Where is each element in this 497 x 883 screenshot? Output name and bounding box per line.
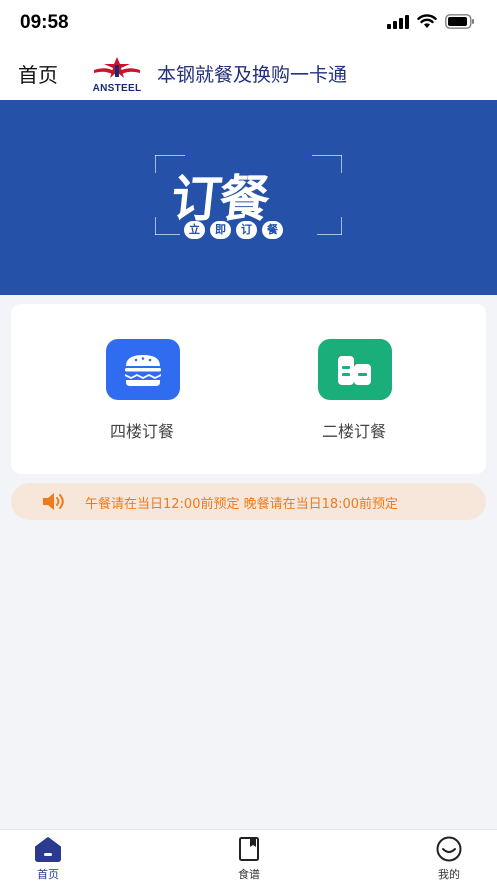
- second-floor-order-button[interactable]: 二楼订餐: [279, 304, 429, 474]
- profile-smile-icon: [436, 836, 462, 862]
- second-floor-icon-box: [318, 339, 392, 400]
- tab-profile-label: 我的: [438, 868, 460, 881]
- fourth-floor-order-button[interactable]: 四楼订餐: [67, 304, 217, 474]
- bottom-tab-bar: 首页 食谱 我的: [0, 829, 497, 883]
- fourth-floor-icon-box: [106, 339, 180, 400]
- tab-home-label: 首页: [37, 868, 59, 881]
- banner-sub-char: 即: [210, 221, 231, 239]
- home-icon: [35, 837, 61, 862]
- top-header: 首页 ANSTEEL 本钢就餐及换购一卡通: [0, 48, 497, 100]
- ansteel-logo: ANSTEEL: [88, 56, 146, 94]
- signal-icon: [387, 14, 409, 29]
- banner-subtitle: 立 即 订 餐: [184, 221, 283, 239]
- status-bar: 09:58: [0, 0, 497, 48]
- status-icons: [387, 14, 475, 29]
- notice-bar: 午餐请在当日12:00前预定 晚餐请在当日18:00前预定: [11, 483, 486, 520]
- speaker-icon: [43, 493, 64, 510]
- building-icon: [338, 355, 371, 385]
- burger-icon: [125, 354, 161, 386]
- tab-profile[interactable]: 我的: [419, 836, 479, 882]
- battery-icon: [445, 14, 474, 29]
- recipe-book-icon: [239, 837, 259, 861]
- logo-text: ANSTEEL: [92, 83, 142, 94]
- tab-recipes-label: 食谱: [238, 868, 260, 881]
- notice-text: 午餐请在当日12:00前预定 晚餐请在当日18:00前预定: [85, 497, 399, 512]
- fourth-floor-order-label: 四楼订餐: [109, 422, 174, 441]
- page-title: 首页: [18, 63, 58, 87]
- app-title: 本钢就餐及换购一卡通: [157, 64, 348, 86]
- second-floor-order-label: 二楼订餐: [321, 422, 386, 441]
- banner-sub-char: 立: [184, 221, 205, 239]
- status-time: 09:58: [20, 12, 69, 33]
- order-banner[interactable]: 订餐 立 即 订 餐: [0, 100, 497, 295]
- wifi-icon: [417, 14, 437, 28]
- banner-sub-char: 订: [236, 221, 257, 239]
- banner-sub-char: 餐: [262, 221, 283, 239]
- order-options-card: 四楼订餐 二楼订餐: [11, 304, 486, 474]
- tab-home[interactable]: 首页: [18, 836, 78, 882]
- tab-recipes[interactable]: 食谱: [219, 836, 279, 882]
- ansteel-emblem-icon: [94, 57, 140, 78]
